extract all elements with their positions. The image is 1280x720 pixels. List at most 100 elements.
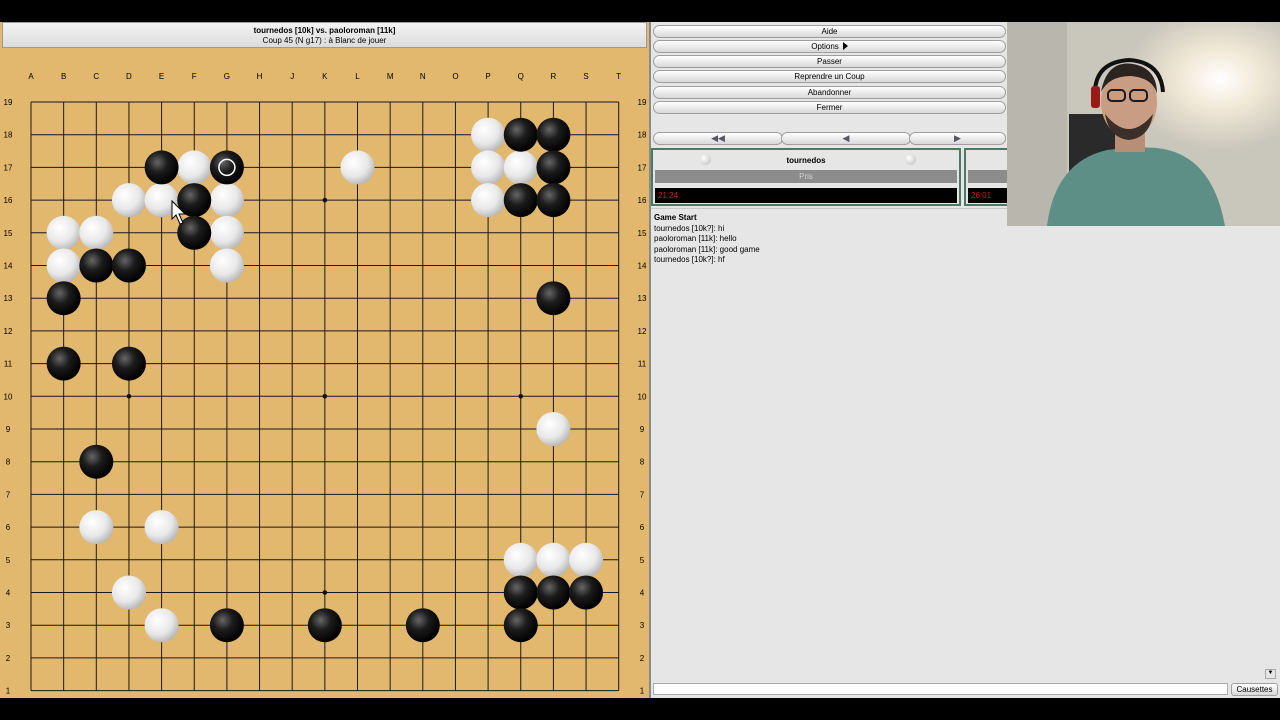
row-label: 7 xyxy=(640,490,645,499)
black-stone xyxy=(536,281,571,316)
arrow-right-icon xyxy=(842,42,848,50)
row-label: 16 xyxy=(4,196,13,205)
options-label: Options xyxy=(811,42,839,51)
column-label: P xyxy=(485,72,490,81)
chat-message: paoloroman [11k]: good game xyxy=(654,244,760,254)
pass-label: Passer xyxy=(817,57,842,66)
undo-label: Reprendre un Coup xyxy=(794,72,865,81)
column-label: F xyxy=(192,72,197,81)
row-label: 14 xyxy=(638,262,647,271)
black-stone xyxy=(307,608,342,643)
row-label: 18 xyxy=(4,131,13,140)
hoshi-point xyxy=(322,590,328,595)
row-label: 1 xyxy=(640,687,645,696)
column-label: R xyxy=(551,72,557,81)
row-label: 15 xyxy=(638,229,647,238)
column-label: N xyxy=(420,72,426,81)
black-stone xyxy=(405,608,440,643)
row-label: 5 xyxy=(640,556,645,565)
column-label: A xyxy=(28,72,34,81)
hoshi-point xyxy=(322,197,328,203)
chat-send-label: Causettes xyxy=(1236,685,1273,694)
row-label: 14 xyxy=(4,262,13,271)
black-stone xyxy=(536,183,571,218)
white-stone-icon xyxy=(905,154,916,165)
chat-send-button[interactable]: Causettes xyxy=(1231,683,1278,696)
webcam-overlay xyxy=(1007,22,1280,226)
white-stone xyxy=(144,608,179,643)
row-label: 10 xyxy=(638,392,647,401)
column-label: C xyxy=(93,72,99,81)
next-move-button[interactable]: ▶ xyxy=(909,132,1006,145)
help-button[interactable]: Aide xyxy=(653,25,1006,38)
black-stone xyxy=(111,346,146,381)
white-stone xyxy=(46,215,81,250)
black-stone xyxy=(79,444,114,479)
chat-message: paoloroman [11k]: hello xyxy=(654,234,737,244)
row-label: 4 xyxy=(640,589,645,598)
row-label: 8 xyxy=(640,458,645,467)
player-card-white: 26:01 xyxy=(964,148,1009,206)
white-stone xyxy=(209,248,244,283)
white-stone xyxy=(79,510,114,545)
row-label: 2 xyxy=(640,654,645,663)
row-label: 16 xyxy=(638,196,647,205)
white-stone xyxy=(79,215,114,250)
chat-log[interactable]: Game Start tournedos [10k?]: hi paolorom… xyxy=(651,208,1278,679)
white-stone xyxy=(209,183,244,218)
row-label: 17 xyxy=(638,163,647,172)
column-label: S xyxy=(583,72,588,81)
webcam-image xyxy=(1007,22,1280,226)
close-button[interactable]: Fermer xyxy=(653,101,1006,114)
row-label: 12 xyxy=(4,327,13,336)
close-label: Fermer xyxy=(816,103,843,112)
white-stone xyxy=(536,412,571,446)
chat-input[interactable] xyxy=(653,683,1228,695)
row-label: 7 xyxy=(6,490,11,499)
column-label: L xyxy=(355,72,360,81)
column-label: T xyxy=(616,72,621,81)
column-label: O xyxy=(452,72,458,81)
black-stone xyxy=(79,248,114,283)
rewind-icon: ◀◀ xyxy=(711,133,725,143)
go-board[interactable]: AABBCCDDEEFFGGHHJJKKLLMMNNOOPPQQRRSSTT19… xyxy=(0,48,649,698)
rewind-button[interactable]: ◀◀ xyxy=(653,132,783,145)
row-label: 17 xyxy=(4,163,13,172)
white-stone xyxy=(340,150,375,185)
row-label: 19 xyxy=(4,98,13,107)
previous-move-button[interactable]: ◀ xyxy=(781,132,911,145)
black-stone xyxy=(144,150,179,185)
black-stone xyxy=(536,150,571,185)
help-label: Aide xyxy=(821,27,838,36)
white-stone xyxy=(111,575,146,610)
options-button[interactable]: Options xyxy=(653,40,1006,53)
chat-message: tournedos [10k?]: hf xyxy=(654,255,725,265)
captures-label: Pris xyxy=(655,170,957,183)
column-label: J xyxy=(290,72,294,81)
row-label: 13 xyxy=(638,294,647,303)
black-stone xyxy=(503,183,538,218)
black-stone xyxy=(209,608,244,643)
black-stone xyxy=(46,346,81,381)
white-stone xyxy=(111,183,146,218)
row-label: 12 xyxy=(638,327,647,336)
captures-label xyxy=(968,170,1009,183)
row-label: 15 xyxy=(4,229,13,238)
black-stone xyxy=(46,281,81,316)
pass-button[interactable]: Passer xyxy=(653,55,1006,68)
column-label: B xyxy=(61,72,66,81)
board-panel: tournedos [10k] vs. paoloroman [11k] Cou… xyxy=(0,22,651,698)
row-label: 4 xyxy=(6,589,11,598)
white-stone xyxy=(471,117,506,152)
white-stone xyxy=(144,510,179,545)
column-label: K xyxy=(322,72,328,81)
previous-icon: ◀ xyxy=(842,133,850,143)
scroll-down-icon[interactable]: ▼ xyxy=(1265,669,1276,679)
resign-button[interactable]: Abandonner xyxy=(653,86,1006,99)
row-label: 8 xyxy=(6,458,11,467)
white-stone xyxy=(209,215,244,250)
row-label: 6 xyxy=(640,523,645,532)
player-card-black: tournedos Pris 21:24 xyxy=(651,148,961,206)
white-stone xyxy=(46,248,81,283)
undo-button[interactable]: Reprendre un Coup xyxy=(653,70,1006,83)
